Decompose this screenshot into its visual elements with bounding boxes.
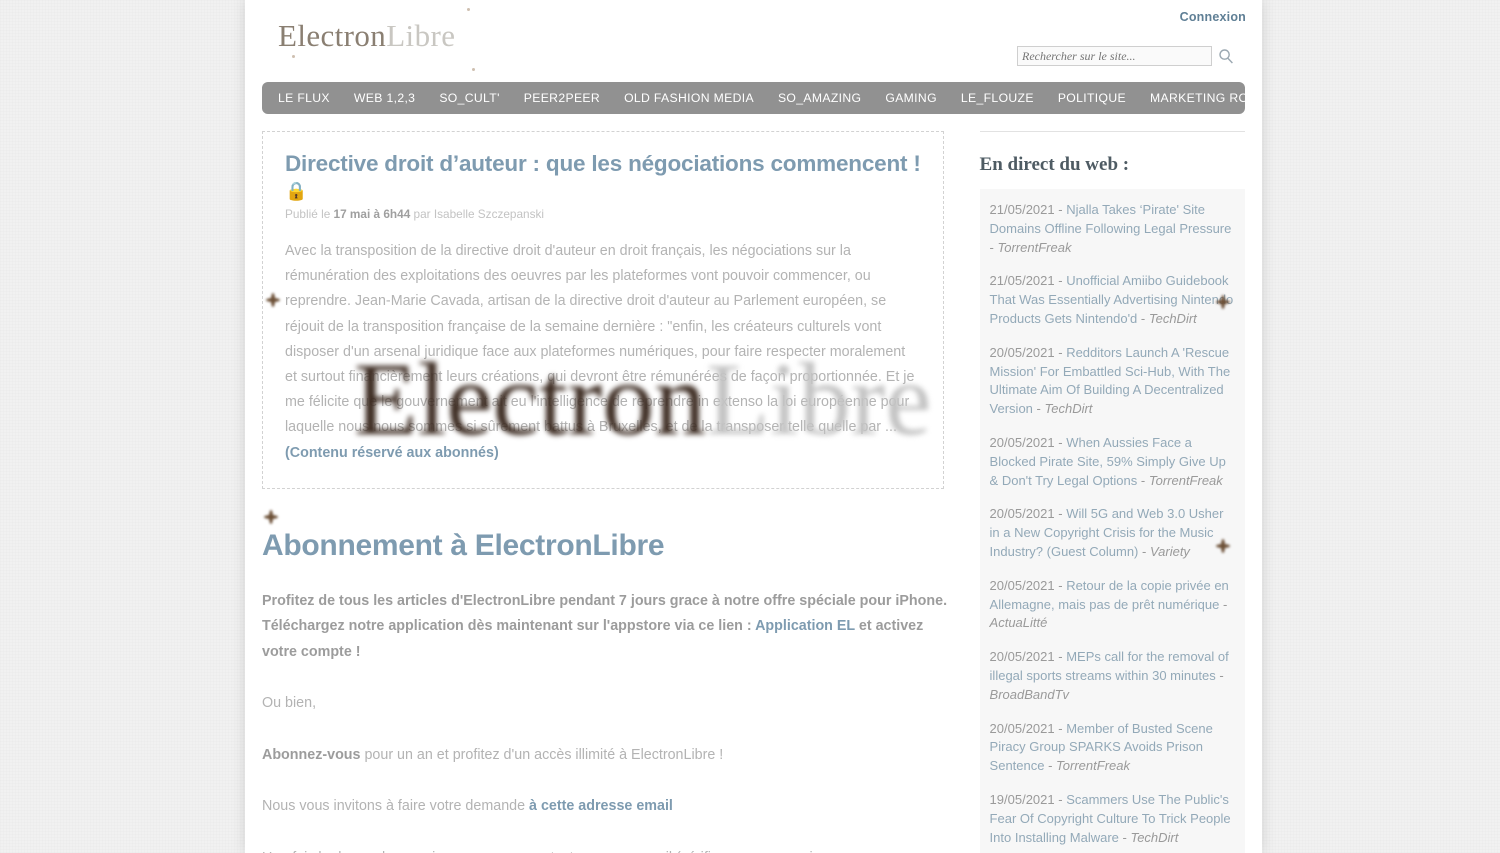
article-excerpt: Avec la transposition de la directive dr…: [285, 239, 921, 466]
nav-item-web-123[interactable]: WEB 1,2,3: [342, 82, 427, 114]
nav-item-old-fashion-media[interactable]: OLD FASHION MEDIA: [612, 82, 766, 114]
list-item: 21/05/2021 - Njalla Takes ‘Pirate' Site …: [989, 202, 1232, 255]
feed-date: 19/05/2021: [989, 791, 1055, 807]
list-item: 20/05/2021 - When Aussies Face a Blocked…: [989, 434, 1226, 488]
feed-date: 20/05/2021: [989, 649, 1055, 665]
search-icon: [1218, 48, 1234, 64]
subscription-paragraph-4: Nous vous invitons à faire votre demande…: [262, 794, 961, 820]
subscription-paragraph-5: Une fois la demande soumise, nous vous c…: [262, 846, 961, 853]
subscription-paragraph-3: Abonnez-vous pour un an et profitez d'un…: [262, 743, 961, 769]
list-item: 20/05/2021 - Will 5G and Web 3.0 Usher i…: [989, 506, 1224, 559]
list-item: 20/05/2021 - Member of Busted Scene Pira…: [989, 720, 1213, 774]
list-item: 21/05/2021 - Unofficial Amiibo Guidebook…: [989, 273, 1234, 326]
subscription-heading: Abonnement à ElectronLibre: [262, 528, 665, 562]
feed-date: 20/05/2021: [989, 720, 1055, 736]
feed-source: TorrentFreak: [1148, 472, 1223, 488]
nav-item-peer2peer[interactable]: PEER2PEER: [512, 82, 612, 114]
subscription-paragraph-2: Ou bien,: [262, 695, 317, 712]
email-address-link[interactable]: à cette adresse email: [529, 798, 673, 814]
list-item: 20/05/2021 - Redditors Launch A 'Rescue …: [989, 344, 1231, 417]
article-excerpt-text: Avec la transposition de la directive dr…: [285, 243, 915, 436]
feed-source: TechDirt: [1148, 310, 1197, 326]
app-store-link[interactable]: Application EL: [755, 618, 855, 634]
list-item: 19/05/2021 - Scammers Use The Public's F…: [989, 791, 1231, 845]
feed-date: 20/05/2021: [989, 506, 1055, 522]
nav-item-gaming[interactable]: GAMING: [873, 82, 949, 114]
search-button[interactable]: [1218, 48, 1234, 64]
lock-icon: 🔒: [285, 181, 308, 201]
search-form: [1017, 46, 1234, 66]
subscribe-label: Abonnez-vous: [262, 746, 361, 763]
list-item: 20/05/2021 - Retour de la copie privée e…: [989, 577, 1229, 631]
feed-source: TorrentFreak: [1056, 758, 1130, 774]
locked-content-link[interactable]: (Contenu réservé aux abonnés): [285, 441, 921, 466]
sub-p4-a: Nous vous invitons à faire votre demande: [262, 798, 530, 815]
meta-date: 17 mai à 6h44: [333, 207, 411, 221]
feed-date: 20/05/2021: [989, 344, 1055, 360]
nav-item-so-cult[interactable]: SO_CULT': [427, 82, 511, 114]
feed-source: ActuaLitté: [989, 615, 1048, 631]
feed-date: 20/05/2021: [989, 434, 1055, 450]
nav-item-marketing-room[interactable]: MARKETING ROOM: [1138, 82, 1262, 114]
web-feed-list: 21/05/2021 - Njalla Takes ‘Pirate' Site …: [979, 189, 1245, 853]
nav-item-le-flouze[interactable]: LE_FLOUZE: [949, 82, 1046, 114]
login-link[interactable]: Connexion: [1180, 10, 1246, 24]
list-item: 20/05/2021 - MEPs call for the removal o…: [989, 649, 1229, 702]
feed-source: TorrentFreak: [997, 239, 1072, 255]
nav-item-so-amazing[interactable]: SO_AMAZING: [766, 82, 873, 114]
logo-text-secondary: Libre: [386, 18, 456, 53]
subscription-section: Abonnement à ElectronLibre Profitez de t…: [262, 489, 961, 853]
sidebar-heading: En direct du web :: [979, 154, 1130, 175]
meta-author: par Isabelle Szczepanski: [410, 207, 545, 221]
main-column: Directive droit d’auteur : que les négoc…: [262, 114, 961, 853]
feed-source: Variety: [1149, 543, 1190, 559]
article-teaser: Directive droit d’auteur : que les négoc…: [262, 131, 944, 489]
feed-source: TechDirt: [1130, 829, 1179, 845]
feed-date: 21/05/2021: [989, 273, 1055, 289]
page-body: Directive droit d’auteur : que les négoc…: [245, 114, 1262, 853]
article-title-link[interactable]: Directive droit d’auteur : que les négoc…: [285, 151, 921, 203]
feed-source: BroadBandTv: [989, 686, 1070, 702]
article-title-text: Directive droit d’auteur : que les négoc…: [285, 151, 921, 176]
logo-text-primary: Electron: [278, 18, 387, 53]
search-input[interactable]: [1017, 46, 1212, 66]
feed-source: TechDirt: [1044, 401, 1093, 417]
meta-prefix: Publié le: [285, 207, 334, 221]
site-logo[interactable]: ElectronLibre: [278, 18, 455, 54]
nav-item-politique[interactable]: POLITIQUE: [1046, 82, 1138, 114]
feed-date: 20/05/2021: [989, 577, 1055, 593]
subscription-paragraph-1: Profitez de tous les articles d'Electron…: [262, 589, 961, 666]
site-header: ElectronLibre Connexion: [245, 0, 1262, 82]
sidebar-divider: [979, 131, 1245, 132]
main-navigation: LE FLUX WEB 1,2,3 SO_CULT' PEER2PEER OLD…: [262, 82, 1262, 114]
sidebar: En direct du web : 21/05/2021 - Njalla T…: [979, 114, 1245, 853]
site-page: ElectronLibre Connexion LE FLUX WEB 1,2,…: [245, 0, 1262, 853]
article-meta: Publié le 17 mai à 6h44 par Isabelle Szc…: [285, 207, 921, 221]
feed-date: 21/05/2021: [989, 202, 1055, 217]
nav-item-le-flux[interactable]: LE FLUX: [266, 82, 342, 114]
sub-p3-rest: pour un an et profitez d'un accès illimi…: [360, 746, 724, 763]
